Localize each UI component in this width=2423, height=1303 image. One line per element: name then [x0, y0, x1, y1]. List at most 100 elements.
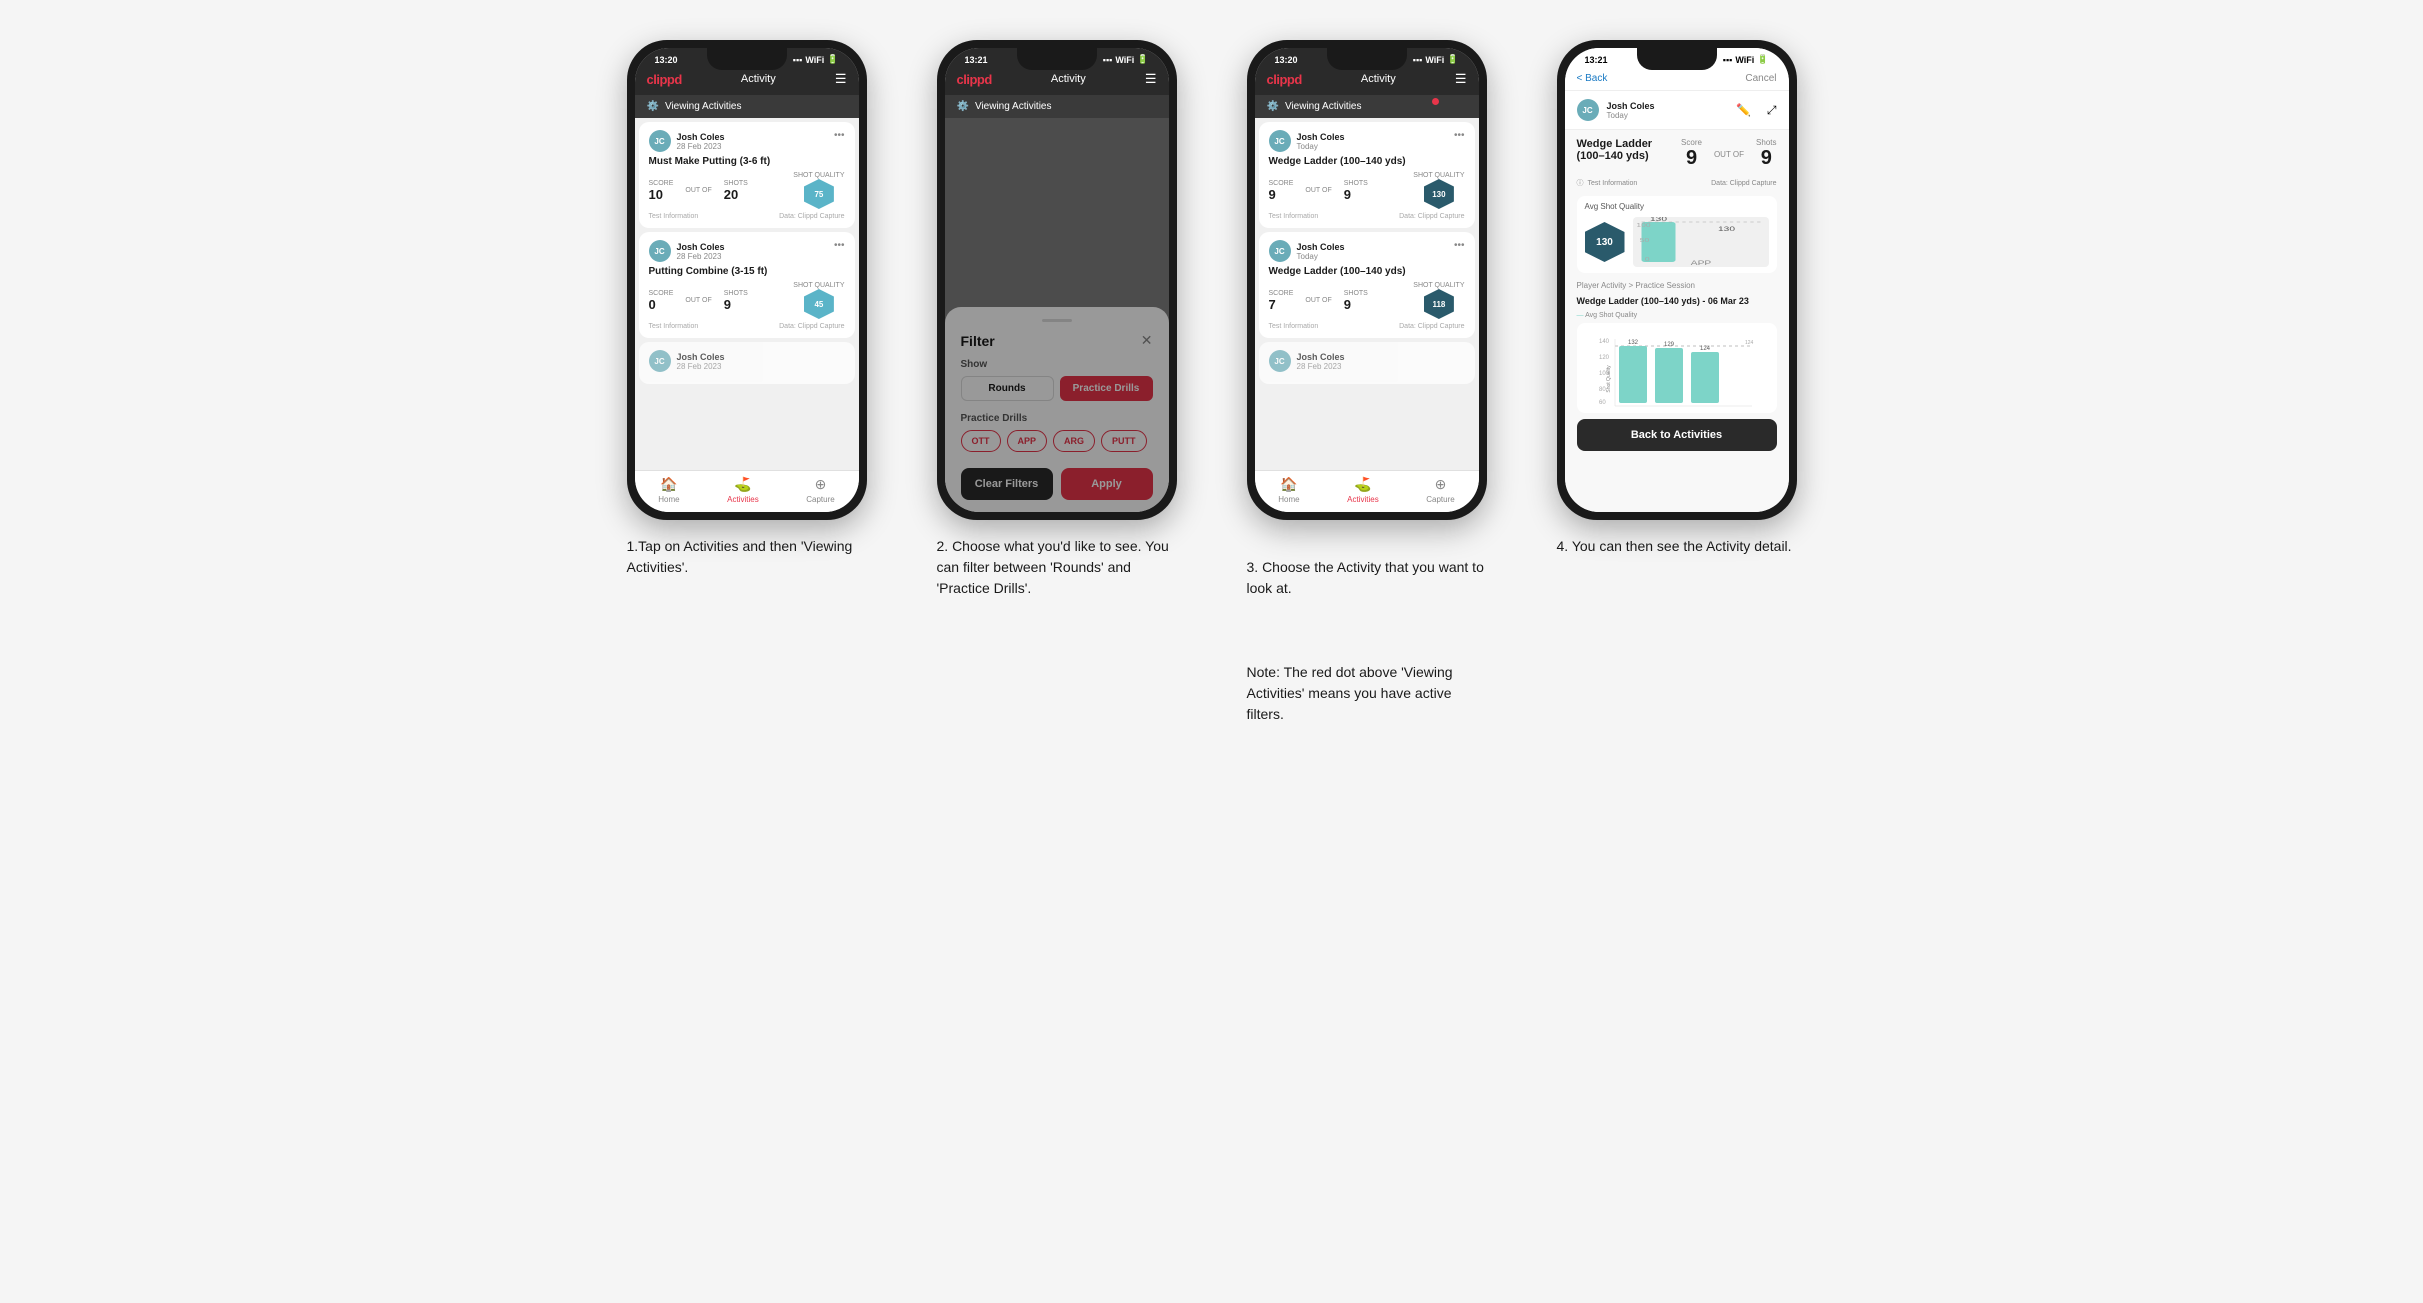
cancel-link-4[interactable]: Cancel	[1745, 73, 1776, 84]
status-icons-4: ▪▪▪ WiFi 🔋	[1723, 54, 1769, 65]
shots-label-3-2: Shots	[1344, 290, 1368, 297]
avg-quality-label-4: Avg Shot Quality	[1585, 202, 1769, 211]
nav-capture-3[interactable]: ⊕ Capture	[1426, 476, 1454, 504]
drill-title-4: Wedge Ladder (100–140 yds)	[1577, 138, 1657, 162]
footer-right-3-2: Data: Clippd Capture	[1399, 323, 1464, 330]
viewing-banner-3[interactable]: ⚙️ Viewing Activities	[1255, 95, 1479, 118]
signal-icon-1: ▪▪▪	[793, 55, 803, 65]
activity-card-3-1[interactable]: JC Josh Coles Today ••• Wedge Ladder (10…	[1259, 122, 1475, 228]
card-user-1-3: Josh Coles	[677, 352, 725, 362]
menu-icon-1[interactable]: ☰	[835, 71, 847, 87]
menu-icon-3[interactable]: ☰	[1455, 71, 1467, 87]
viewing-banner-1[interactable]: ⚙️ Viewing Activities	[635, 95, 859, 118]
avatar-1-2: JC	[649, 240, 671, 262]
wifi-icon-1: WiFi	[805, 55, 824, 65]
activity-card-3-3[interactable]: JC Josh Coles 28 Feb 2023	[1259, 342, 1475, 384]
nav-capture-1[interactable]: ⊕ Capture	[806, 476, 834, 504]
sq-badge-1-1: 75	[804, 179, 834, 209]
shots-stat-1-2: Shots 9	[724, 290, 748, 312]
sq-container-1-2: Shot Quality 45	[793, 282, 844, 319]
shots-label-3-1: Shots	[1344, 180, 1368, 187]
phone-3: 13:20 ▪▪▪ WiFi 🔋 clippd Activity ☰ ⚙️ Vi…	[1247, 40, 1487, 520]
scroll-area-1: JC Josh Coles 28 Feb 2023 ••• Must Make …	[635, 118, 859, 470]
nav-home-1[interactable]: 🏠 Home	[658, 476, 679, 504]
card-date-1-1: 28 Feb 2023	[677, 142, 725, 151]
viewing-banner-2[interactable]: ⚙️ Viewing Activities	[945, 95, 1169, 118]
expand-icon-4[interactable]: ⤢	[1767, 103, 1777, 118]
sq-badge-1-2: 45	[804, 289, 834, 319]
shots-stat-1-1: Shots 20	[724, 180, 748, 202]
menu-icon-2[interactable]: ☰	[1145, 71, 1157, 87]
app-header-2: clippd Activity ☰	[945, 67, 1169, 95]
avatar-4: JC	[1577, 99, 1599, 121]
svg-text:124: 124	[1745, 340, 1754, 346]
nav-activities-label-3: Activities	[1347, 495, 1379, 504]
home-icon-1: 🏠	[660, 476, 677, 493]
score-value-3-1: 9	[1269, 187, 1294, 202]
app-title-1: Activity	[741, 73, 776, 85]
app-header-3: clippd Activity ☰	[1255, 67, 1479, 95]
phone-block-2: 13:21 ▪▪▪ WiFi 🔋 clippd Activity ☰ ⚙️ Vi…	[917, 40, 1197, 599]
hex-value-4: 130	[1596, 237, 1613, 248]
card-dots-1-1[interactable]: •••	[834, 130, 845, 141]
activity-section-title-4: Wedge Ladder (100–140 yds) - 06 Mar 23	[1577, 296, 1777, 306]
card-header-1-1: JC Josh Coles 28 Feb 2023 •••	[649, 130, 845, 152]
status-time-4: 13:21	[1585, 55, 1608, 65]
score-label-3-1: Score	[1269, 180, 1294, 187]
data-label-4: Data: Clippd Capture	[1711, 180, 1776, 187]
player-activity-tag-4: Player Activity > Practice Session	[1577, 281, 1777, 290]
caption-4: 4. You can then see the Activity detail.	[1557, 536, 1797, 557]
activity-card-1-2[interactable]: JC Josh Coles 28 Feb 2023 ••• Putting Co…	[639, 232, 855, 338]
capture-icon-3: ⊕	[1435, 476, 1447, 493]
card-user-3-1: Josh Coles	[1297, 132, 1345, 142]
app-logo-3: clippd	[1267, 72, 1302, 87]
red-dot-3	[1432, 98, 1439, 105]
detail-user-4: Josh Coles	[1607, 101, 1728, 111]
avg-quality-row-4: 130 130 130 100 50 0	[1585, 217, 1769, 267]
nav-activities-1[interactable]: ⛳ Activities	[727, 476, 759, 504]
shots-label-1-1: Shots	[724, 180, 748, 187]
svg-text:132: 132	[1627, 340, 1638, 346]
nav-activities-3[interactable]: ⛳ Activities	[1347, 476, 1379, 504]
battery-icon-3: 🔋	[1447, 54, 1458, 65]
info-label-4: Test Information	[1588, 180, 1638, 187]
back-link-4[interactable]: < Back	[1577, 73, 1608, 84]
nav-activities-label-1: Activities	[727, 495, 759, 504]
bar-chart-svg: 140 120 100 80 60 124 132	[1585, 331, 1769, 411]
sq-value-3-1: 130	[1432, 190, 1445, 199]
status-bar-3: 13:20 ▪▪▪ WiFi 🔋	[1255, 48, 1479, 67]
signal-icon-2: ▪▪▪	[1103, 55, 1113, 65]
battery-icon-1: 🔋	[827, 54, 838, 65]
status-bar-1: 13:20 ▪▪▪ WiFi 🔋	[635, 48, 859, 67]
card-title-3-1: Wedge Ladder (100–140 yds)	[1269, 156, 1465, 167]
avatar-3-3: JC	[1269, 350, 1291, 372]
card-stats-3-1: Score 9 OUT OF Shots 9 Shot Quality	[1269, 172, 1465, 209]
shots-stat-3-2: Shots 9	[1344, 290, 1368, 312]
app-header-1: clippd Activity ☰	[635, 67, 859, 95]
status-icons-2: ▪▪▪ WiFi 🔋	[1103, 54, 1149, 65]
caption-3a: 3. Choose the Activity that you want to …	[1247, 559, 1484, 596]
detail-header-4: < Back Cancel	[1565, 67, 1789, 91]
score-stat-3-2: Score 7	[1269, 290, 1294, 312]
activity-card-3-2[interactable]: JC Josh Coles Today ••• Wedge Ladder (10…	[1259, 232, 1475, 338]
activity-card-1-3[interactable]: JC Josh Coles 28 Feb 2023	[639, 342, 855, 384]
score-stat-3-1: Score 9	[1269, 180, 1294, 202]
edit-icon-4[interactable]: ✏️	[1736, 103, 1751, 117]
footer-left-1-1: Test Information	[649, 213, 699, 220]
back-to-activities-button[interactable]: Back to Activities	[1577, 419, 1777, 451]
card-dots-3-1[interactable]: •••	[1454, 130, 1465, 141]
card-dots-3-2[interactable]: •••	[1454, 240, 1465, 251]
mini-chart-svg: 130 130 100 50 0 APP	[1633, 217, 1769, 267]
activity-card-1-1[interactable]: JC Josh Coles 28 Feb 2023 ••• Must Make …	[639, 122, 855, 228]
detail-content-4: Wedge Ladder (100–140 yds) Score 9 OUT O…	[1565, 130, 1789, 512]
card-dots-1-2[interactable]: •••	[834, 240, 845, 251]
viewing-text-2: Viewing Activities	[975, 101, 1052, 112]
card-title-3-2: Wedge Ladder (100–140 yds)	[1269, 266, 1465, 277]
card-header-1-3: JC Josh Coles 28 Feb 2023	[649, 350, 845, 372]
nav-home-3[interactable]: 🏠 Home	[1278, 476, 1299, 504]
svg-text:130: 130	[1649, 217, 1666, 222]
svg-text:124: 124	[1699, 346, 1710, 352]
phone-1: 13:20 ▪▪▪ WiFi 🔋 clippd Activity ☰ ⚙️ Vi…	[627, 40, 867, 520]
sq-container-3-2: Shot Quality 118	[1413, 282, 1464, 319]
shots-value-1-2: 9	[724, 297, 748, 312]
